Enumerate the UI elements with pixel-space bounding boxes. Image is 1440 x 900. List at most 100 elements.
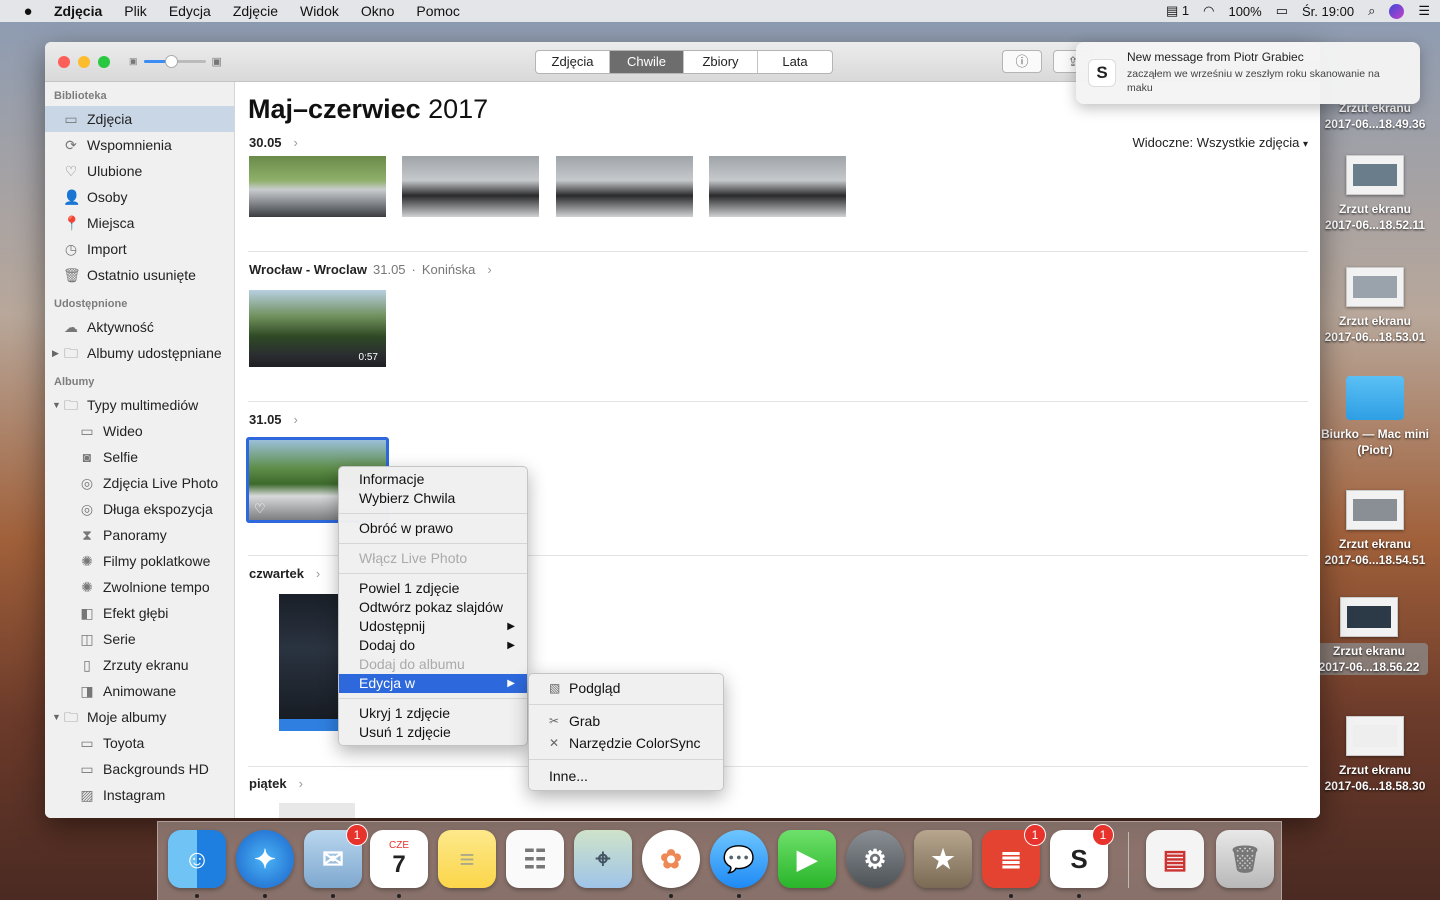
siri-icon[interactable] <box>1389 3 1405 19</box>
sidebar-item-album-toyota[interactable]: ▭ Toyota <box>45 730 234 756</box>
sidebar-item-my-albums[interactable]: ▼ 🗀 Moje albumy <box>45 704 234 730</box>
photo-thumbnail[interactable] <box>556 156 693 217</box>
dock-trash-icon[interactable]: 🗑 <box>1216 830 1274 888</box>
dock-reminders-icon[interactable]: ☷ <box>506 830 564 888</box>
heart-icon[interactable]: ♡ <box>254 501 266 517</box>
sidebar-item-video[interactable]: ▭ Wideo <box>45 418 234 444</box>
sidebar-item-shared-albums[interactable]: ▶ 🗀 Albumy udostępniane <box>45 340 234 366</box>
sidebar-item-live-photos[interactable]: ◎ Zdjęcia Live Photo <box>45 470 234 496</box>
dock-notes-icon[interactable]: ≡ <box>438 830 496 888</box>
sidebar-item-animated[interactable]: ◨ Animowane <box>45 678 234 704</box>
dock-photos-icon[interactable]: ✿ <box>642 830 700 898</box>
dock-slack-icon[interactable]: S1 <box>1050 824 1114 898</box>
tab-moments[interactable]: Chwile <box>610 51 684 73</box>
apple-menu-icon[interactable]: ● <box>18 3 38 20</box>
menu-help[interactable]: Pomoc <box>416 3 460 19</box>
submenu-item-other[interactable]: Inne... <box>529 765 723 787</box>
display-status-icon[interactable]: ▤ 1 <box>1166 3 1189 19</box>
dock-maps-icon[interactable]: ⌖ <box>574 830 632 888</box>
disclosure-triangle-icon[interactable]: ▼ <box>52 704 61 730</box>
sidebar-item-panoramas[interactable]: ⧗ Panoramy <box>45 522 234 548</box>
menu-item-share[interactable]: Udostępnij ▶ <box>339 617 527 636</box>
submenu-item-preview[interactable]: ▧ Podgląd <box>529 677 723 699</box>
sidebar-item-people[interactable]: 👤 Osoby <box>45 184 234 210</box>
moment-header[interactable]: czwartek › <box>249 566 320 581</box>
zoom-button[interactable] <box>98 56 110 68</box>
desktop-item[interactable]: Zrzut ekranu 2017-06...18.49.36 <box>1316 100 1434 132</box>
dock-mail-icon[interactable]: ✉ 1 <box>304 824 368 898</box>
dock-messages-icon[interactable]: 💬 <box>710 830 768 898</box>
menu-item-choose-moment[interactable]: Wybierz Chwila <box>339 489 527 508</box>
sidebar-item-screenshots[interactable]: ▯ Zrzuty ekranu <box>45 652 234 678</box>
menu-view[interactable]: Widok <box>300 3 339 19</box>
visible-filter-dropdown[interactable]: Widoczne: Wszystkie zdjęcia ▾ <box>1132 135 1308 150</box>
menu-item-edit-with[interactable]: Edycja w ▶ <box>339 674 527 693</box>
tab-photos[interactable]: Zdjęcia <box>536 51 610 73</box>
sidebar-item-photos[interactable]: ▭ Zdjęcia <box>45 106 234 132</box>
dock-safari-icon[interactable]: ✦ <box>236 830 294 898</box>
slider-track[interactable] <box>143 55 206 68</box>
sidebar-item-media-types[interactable]: ▼ 🗀 Typy multimediów <box>45 392 234 418</box>
moment-header[interactable]: 31.05 › <box>249 412 298 427</box>
video-thumbnail[interactable]: 0:57 <box>249 290 386 367</box>
menu-item-rotate[interactable]: Obróć w prawo <box>339 519 527 538</box>
dock-system-preferences-icon[interactable]: ⚙ <box>846 830 904 888</box>
sidebar-item-import[interactable]: ◷ Import <box>45 236 234 262</box>
menu-image[interactable]: Zdjęcie <box>233 3 278 19</box>
menu-window[interactable]: Okno <box>361 3 394 19</box>
sidebar-item-selfie[interactable]: ◙ Selfie <box>45 444 234 470</box>
desktop-item[interactable]: Zrzut ekranu 2017-06...18.58.30 <box>1316 716 1434 794</box>
moment-header[interactable]: Wrocław - Wroclaw 31.05 · Konińska › <box>249 262 492 277</box>
menu-item-info[interactable]: Informacje <box>339 470 527 489</box>
menu-item-delete[interactable]: Usuń 1 zdjęcie <box>339 723 527 742</box>
battery-icon[interactable]: ▭ <box>1276 3 1288 19</box>
menu-edit[interactable]: Edycja <box>169 3 211 19</box>
slack-notification[interactable]: S New message from Piotr Grabiec zacząłe… <box>1076 42 1420 104</box>
desktop-item[interactable]: Zrzut ekranu 2017-06...18.53.01 <box>1316 267 1434 345</box>
tab-years[interactable]: Lata <box>758 51 832 73</box>
moment-header[interactable]: piątek › <box>249 776 303 791</box>
sidebar-item-places[interactable]: 📍 Miejsca <box>45 210 234 236</box>
photo-thumbnail[interactable] <box>709 156 846 217</box>
notification-center-icon[interactable]: ☰ <box>1418 3 1430 19</box>
screenshot-thumbnail[interactable] <box>279 803 355 818</box>
dock-finder-icon[interactable]: ☺ <box>168 830 226 898</box>
desktop-item[interactable]: Zrzut ekranu 2017-06...18.54.51 <box>1316 490 1434 568</box>
sidebar-item-long-exposure[interactable]: ◎ Długa ekspozycja <box>45 496 234 522</box>
menu-item-hide[interactable]: Ukryj 1 zdjęcie <box>339 704 527 723</box>
spotlight-icon[interactable]: ⌕ <box>1368 3 1375 19</box>
menu-app-name[interactable]: Zdjęcia <box>54 3 102 19</box>
desktop-item[interactable]: Zrzut ekranu 2017-06...18.52.11 <box>1316 155 1434 233</box>
desktop-folder[interactable]: Biurko — Mac mini (Piotr) <box>1316 376 1434 458</box>
menu-item-add-to[interactable]: Dodaj do ▶ <box>339 636 527 655</box>
photo-thumbnail[interactable] <box>249 156 386 217</box>
sidebar-item-memories[interactable]: ⟳ Wspomnienia <box>45 132 234 158</box>
dock-app-icon[interactable]: ★ <box>914 830 972 888</box>
wifi-icon[interactable]: ◠ <box>1203 3 1214 19</box>
photo-thumbnail[interactable] <box>402 156 539 217</box>
sidebar-item-recently-deleted[interactable]: 🗑 Ostatnio usunięte <box>45 262 234 288</box>
dock-downloads-icon[interactable]: ▤ <box>1146 830 1204 888</box>
submenu-item-grab[interactable]: ✂ Grab <box>529 710 723 732</box>
sidebar-item-activity[interactable]: ☁ Aktywność <box>45 314 234 340</box>
submenu-item-colorsync[interactable]: ✕ Narzędzie ColorSync <box>529 732 723 754</box>
sidebar-item-album-instagram[interactable]: ▨ Instagram <box>45 782 234 808</box>
clock[interactable]: Śr. 19:00 <box>1302 4 1354 19</box>
tab-collections[interactable]: Zbiory <box>684 51 758 73</box>
slider-knob[interactable] <box>165 55 179 68</box>
thumbnail-size-slider[interactable]: ▣ ▣ <box>129 55 222 68</box>
dock-facetime-icon[interactable]: ▶ <box>778 830 836 888</box>
sidebar-item-bursts[interactable]: ◫ Serie <box>45 626 234 652</box>
desktop-item-selected[interactable]: Zrzut ekranu 2017-06...18.56.22 <box>1310 597 1428 675</box>
minimize-button[interactable] <box>78 56 90 68</box>
moment-header[interactable]: 30.05 › <box>249 135 298 150</box>
screenshot-thumbnail[interactable] <box>279 594 339 731</box>
disclosure-triangle-icon[interactable]: ▼ <box>52 392 61 418</box>
sidebar-item-album-backgrounds[interactable]: ▭ Backgrounds HD <box>45 756 234 782</box>
sidebar-item-favorites[interactable]: ♡ Ulubione <box>45 158 234 184</box>
menu-item-slideshow[interactable]: Odtwórz pokaz slajdów <box>339 598 527 617</box>
menu-item-duplicate[interactable]: Powiel 1 zdjęcie <box>339 579 527 598</box>
dock-calendar-icon[interactable]: CZE 7 <box>370 830 428 898</box>
sidebar-item-depth-effect[interactable]: ◧ Efekt głębi <box>45 600 234 626</box>
dock-todoist-icon[interactable]: ≣ 1 <box>982 824 1046 898</box>
